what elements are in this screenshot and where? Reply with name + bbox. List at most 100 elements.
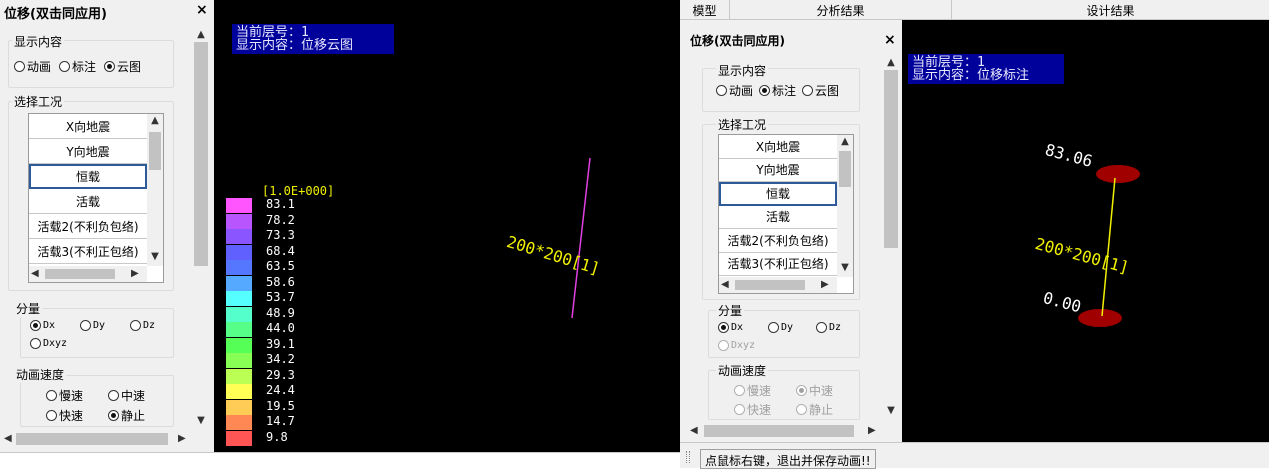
list-item[interactable]: 活载2(不利负包络) xyxy=(719,229,837,253)
left-bottom-strip xyxy=(0,452,680,468)
list-item[interactable]: 活载3(不利正包络) xyxy=(29,239,147,264)
radio-selected-icon xyxy=(796,385,807,396)
scroll-thumb[interactable] xyxy=(194,42,208,266)
scroll-left-icon[interactable]: ◀ xyxy=(690,424,698,438)
radio-fast[interactable]: 快速 xyxy=(46,407,83,424)
radio-dxyz[interactable]: Dxyz xyxy=(30,338,67,349)
close-icon[interactable]: × xyxy=(884,32,896,48)
scroll-thumb[interactable] xyxy=(45,269,115,279)
scroll-right-icon[interactable]: ▶ xyxy=(178,432,186,446)
list-item-selected[interactable]: 恒载 xyxy=(719,182,837,206)
load-case-label: 选择工况 xyxy=(716,116,769,133)
status-bar: 点鼠标右键，退出并保存动画!! xyxy=(680,442,1269,469)
scroll-thumb[interactable] xyxy=(149,132,161,170)
radio-dz[interactable]: Dz xyxy=(130,320,155,331)
list-item[interactable]: X向地震 xyxy=(29,114,147,139)
scroll-thumb[interactable] xyxy=(839,151,851,187)
animation-speed-label: 动画速度 xyxy=(716,362,769,379)
radio-dx[interactable]: Dx xyxy=(718,322,743,333)
list-item[interactable]: X向地震 xyxy=(719,135,837,159)
radio-circle-icon xyxy=(80,320,91,331)
radio-circle-icon xyxy=(816,322,827,333)
radio-circle-icon xyxy=(768,322,779,333)
radio-contour[interactable]: 云图 xyxy=(104,58,141,75)
member-drawing xyxy=(571,157,591,319)
list-item[interactable]: 活载3(不利正包络) xyxy=(719,253,837,276)
scroll-thumb[interactable] xyxy=(704,425,854,437)
radio-dy[interactable]: Dy xyxy=(768,322,793,333)
scroll-up-icon[interactable]: ▲ xyxy=(837,135,853,149)
scroll-thumb[interactable] xyxy=(16,433,168,445)
radio-animation[interactable]: 动画 xyxy=(14,58,51,75)
scroll-up-icon[interactable]: ▲ xyxy=(192,28,210,42)
radio-circle-icon xyxy=(734,385,745,396)
radio-dxyz[interactable]: Dxyz xyxy=(718,340,755,351)
scroll-down-icon[interactable]: ▼ xyxy=(837,261,853,275)
scroll-thumb[interactable] xyxy=(735,280,805,290)
animation-speed-label: 动画速度 xyxy=(14,366,67,383)
radio-fast[interactable]: 快速 xyxy=(734,401,771,418)
display-content-label: 显示内容 xyxy=(12,33,65,50)
scroll-up-icon[interactable]: ▲ xyxy=(147,114,163,128)
radio-selected-icon xyxy=(104,61,116,72)
list-horizontal-scrollbar[interactable]: ◀ ▶ xyxy=(719,277,837,293)
scroll-right-icon[interactable]: ▶ xyxy=(868,424,876,438)
list-vertical-scrollbar[interactable]: ▲ ▼ xyxy=(837,135,853,277)
list-item[interactable]: 活载 xyxy=(29,189,147,214)
scroll-left-icon[interactable]: ◀ xyxy=(721,278,729,292)
radio-stop[interactable]: 静止 xyxy=(796,401,833,418)
scroll-down-icon[interactable]: ▼ xyxy=(147,250,163,264)
list-item[interactable]: Y向地震 xyxy=(29,139,147,164)
scroll-left-icon[interactable]: ◀ xyxy=(31,267,39,281)
load-case-list[interactable]: X向地震 Y向地震 恒载 活载 活载2(不利负包络) 活载3(不利正包络) ▲ … xyxy=(28,113,164,283)
component-label: 分量 xyxy=(14,300,43,317)
radio-slow[interactable]: 慢速 xyxy=(734,382,771,399)
scroll-down-icon[interactable]: ▼ xyxy=(882,404,900,418)
radio-dx[interactable]: Dx xyxy=(30,320,55,331)
list-item[interactable]: 活载 xyxy=(719,206,837,229)
close-icon[interactable]: × xyxy=(196,2,208,18)
tab-design-results[interactable]: 设计结果 xyxy=(952,0,1269,20)
tab-analysis-results[interactable]: 分析结果 xyxy=(730,0,952,20)
radio-circle-icon xyxy=(14,61,25,72)
radio-annotation[interactable]: 标注 xyxy=(759,82,796,99)
member-drawing xyxy=(1078,165,1140,327)
list-item[interactable]: Y向地震 xyxy=(719,159,837,182)
list-item[interactable]: 活载2(不利负包络) xyxy=(29,214,147,239)
scroll-right-icon[interactable]: ▶ xyxy=(821,278,829,292)
list-vertical-scrollbar[interactable]: ▲ ▼ xyxy=(147,114,163,266)
radio-annotation[interactable]: 标注 xyxy=(59,58,96,75)
scroll-up-icon[interactable]: ▲ xyxy=(882,56,900,70)
radio-contour[interactable]: 云图 xyxy=(802,82,839,99)
radio-circle-icon xyxy=(46,390,57,401)
load-case-label: 选择工况 xyxy=(12,93,65,110)
radio-medium[interactable]: 中速 xyxy=(796,382,833,399)
radio-dy[interactable]: Dy xyxy=(80,320,105,331)
right-model-viewport[interactable]: 当前层号：1 显示内容：位移标注 83.06 0.00 200*200[1] xyxy=(902,20,1269,442)
radio-circle-icon xyxy=(30,338,41,349)
panel-horizontal-scrollbar[interactable]: ◀ ▶ xyxy=(688,422,882,440)
list-item-selected[interactable]: 恒载 xyxy=(29,164,147,189)
column-member-line xyxy=(571,157,591,319)
radio-medium[interactable]: 中速 xyxy=(108,387,145,404)
radio-circle-icon xyxy=(108,390,119,401)
panel-title: 位移(双击同应用) xyxy=(690,34,785,48)
scroll-right-icon[interactable]: ▶ xyxy=(131,267,139,281)
panel-vertical-scrollbar[interactable]: ▲ ▼ xyxy=(882,54,900,422)
list-horizontal-scrollbar[interactable]: ◀ ▶ xyxy=(29,266,147,282)
scroll-thumb[interactable] xyxy=(884,70,898,248)
display-content-label: 显示内容 xyxy=(716,62,769,79)
component-label: 分量 xyxy=(716,302,745,319)
panel-horizontal-scrollbar[interactable]: ◀ ▶ xyxy=(2,430,192,448)
display-content-options: 动画 标注 云图 xyxy=(14,58,141,75)
tab-model[interactable]: 模型 xyxy=(680,0,730,20)
radio-slow[interactable]: 慢速 xyxy=(46,387,83,404)
scroll-left-icon[interactable]: ◀ xyxy=(4,432,12,446)
panel-vertical-scrollbar[interactable]: ▲ ▼ xyxy=(192,26,210,432)
scroll-down-icon[interactable]: ▼ xyxy=(192,414,210,428)
radio-animation[interactable]: 动画 xyxy=(716,82,753,99)
radio-stop[interactable]: 静止 xyxy=(108,407,145,424)
left-model-viewport[interactable]: 当前层号：1 显示内容：位移云图 [1.0E+000] 83.1 78.2 73.3… xyxy=(214,0,680,452)
load-case-list[interactable]: X向地震 Y向地震 恒载 活载 活载2(不利负包络) 活载3(不利正包络) ▲ … xyxy=(718,134,854,294)
radio-dz[interactable]: Dz xyxy=(816,322,841,333)
